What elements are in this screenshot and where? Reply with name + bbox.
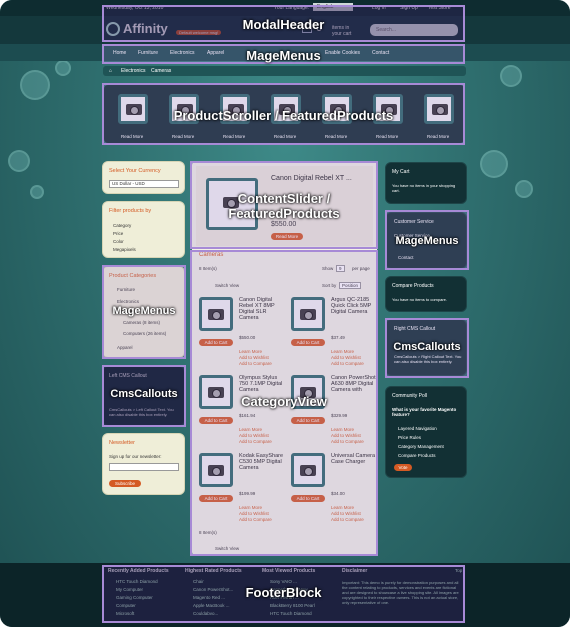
currency-box: Select Your Currency US Dollar - USD (102, 161, 185, 194)
mycart-box: My Cart You have no items in your shoppi… (385, 162, 467, 204)
filter-category[interactable]: Category (113, 223, 131, 228)
home-icon[interactable]: ⌂ (109, 68, 112, 74)
overlay-magemenus-right: MageMenus (385, 210, 469, 270)
mycart-text: You have no items in your shopping cart. (392, 183, 456, 193)
bg-bubble (515, 180, 533, 198)
filter-box: Filter products by Category Price Color … (102, 201, 185, 258)
overlay-cms-left: CmsCallouts (102, 365, 186, 427)
poll-title: Community Poll (392, 393, 428, 399)
overlay-magemenus-nav: MageMenus (102, 44, 465, 64)
poll-option[interactable]: Layered Navigation (398, 426, 437, 431)
currency-select[interactable]: US Dollar - USD (109, 180, 179, 188)
newsletter-box: Newsletter Sign up for our newsletter: S… (102, 433, 185, 495)
bg-bubble (8, 150, 30, 172)
breadcrumb-electronics[interactable]: Electronics (121, 68, 145, 74)
overlay-cms-right: CmsCallouts (385, 318, 469, 378)
compare-box: Compare Products You have no items to co… (385, 276, 467, 312)
page: Wednesday, Oct 13, 2010 Your Language: E… (0, 0, 570, 627)
poll-option[interactable]: Category Management (398, 444, 444, 449)
newsletter-title: Newsletter (109, 440, 135, 446)
poll-option[interactable]: Price Rules (398, 435, 421, 440)
subscribe-button[interactable]: Subscribe (109, 480, 141, 487)
newsletter-email-input[interactable] (109, 463, 179, 471)
bg-bubble (480, 150, 508, 178)
breadcrumb-cameras: Cameras (151, 68, 172, 74)
vote-button[interactable]: Vote (394, 464, 412, 471)
overlay-magemenus-left: MageMenus (102, 265, 186, 359)
bg-bubble (20, 70, 50, 100)
filter-megapixels[interactable]: Megapixels (113, 247, 136, 252)
filter-title: Filter products by (109, 208, 152, 214)
poll-option[interactable]: Compare Products (398, 453, 436, 458)
compare-title: Compare Products (392, 283, 434, 289)
poll-question: What is your favorite Magento feature? (392, 407, 457, 417)
filter-color[interactable]: Color (113, 239, 124, 244)
bg-bubble (30, 185, 44, 199)
poll-box: Community Poll What is your favorite Mag… (385, 386, 467, 478)
currency-title: Select Your Currency (109, 168, 161, 174)
overlay-content-slider: ContentSlider / FeaturedProducts (190, 161, 378, 249)
overlay-modal-header: ModalHeader (102, 5, 465, 42)
bg-bubble (55, 60, 71, 76)
overlay-footer-block: FooterBlock (102, 565, 465, 623)
newsletter-text: Sign up for our newsletter: (109, 454, 162, 459)
compare-text: You have no items to compare. (392, 297, 447, 302)
breadcrumb: ⌂ Electronics Cameras (103, 66, 466, 76)
bg-bubble (500, 65, 522, 87)
mycart-title: My Cart (392, 169, 410, 175)
overlay-product-scroller: ProductScroller / FeaturedProducts (102, 83, 465, 145)
filter-price[interactable]: Price (113, 231, 123, 236)
overlay-category-view: CategoryView (190, 250, 378, 556)
